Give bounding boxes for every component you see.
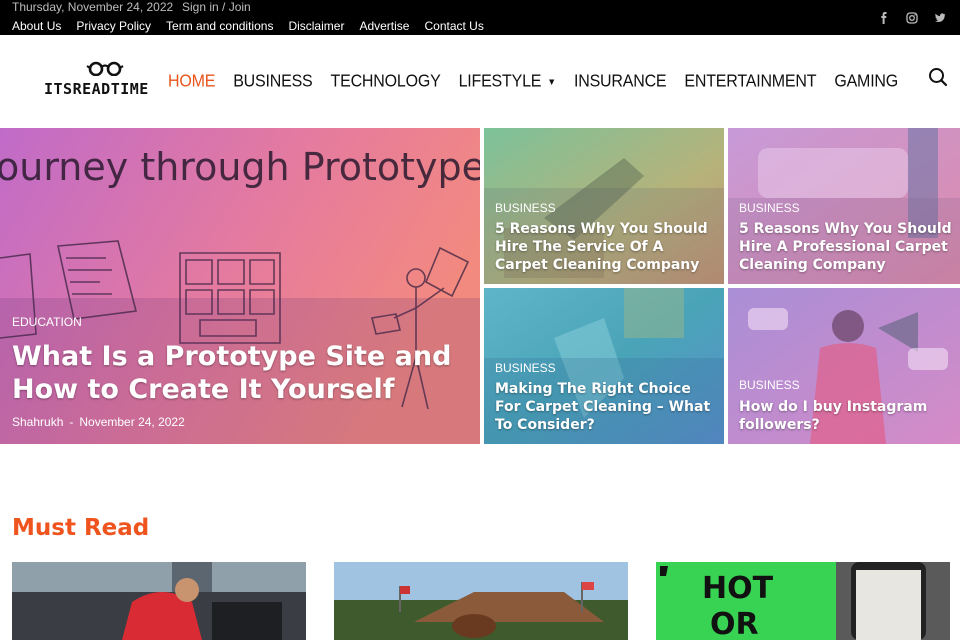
about-us-link[interactable]: About Us xyxy=(12,19,61,34)
hot-or-not-image: HOT OR xyxy=(656,562,950,640)
facebook-icon[interactable] xyxy=(878,11,890,24)
hero-grid: ourney through Prototypes EDUCATION What… xyxy=(0,128,960,444)
main-nav: Home Business Technology Lifestyle ▼ Insu… xyxy=(168,72,916,91)
sign-in-link[interactable]: Sign in / Join xyxy=(182,0,251,15)
logo-text: ITSREADTIME xyxy=(44,80,149,98)
nav-lifestyle[interactable]: Lifestyle ▼ xyxy=(458,72,557,91)
nav-business[interactable]: Business xyxy=(233,72,313,91)
gym-image xyxy=(12,562,306,640)
top-bar: Thursday, November 24, 2022 Sign in / Jo… xyxy=(0,0,960,35)
bass-pro-shops-image xyxy=(334,562,628,640)
featured-author[interactable]: Shahrukh xyxy=(12,415,63,429)
terms-link[interactable]: Term and conditions xyxy=(166,19,273,34)
featured-title[interactable]: What Is a Prototype Site and How to Crea… xyxy=(12,340,452,406)
featured-category[interactable]: EDUCATION xyxy=(12,315,82,329)
search-icon[interactable] xyxy=(928,67,948,87)
hero-tile-2[interactable]: BUSINESS 5 Reasons Why You Should Hire A… xyxy=(728,128,960,284)
tile-2-title[interactable]: 5 Reasons Why You Should Hire A Professi… xyxy=(739,220,959,274)
tile-3-category[interactable]: BUSINESS xyxy=(495,361,556,375)
nav-lifestyle-label: Lifestyle xyxy=(458,72,542,91)
hero-tile-3[interactable]: BUSINESS Making The Right Choice For Car… xyxy=(484,288,724,444)
must-read-cards: HOT OR xyxy=(12,562,950,640)
tile-3-title[interactable]: Making The Right Choice For Carpet Clean… xyxy=(495,380,715,434)
social-links xyxy=(878,11,946,24)
must-read-card-1[interactable] xyxy=(12,562,306,640)
nav-technology[interactable]: Technology xyxy=(331,72,441,91)
hero-tile-1[interactable]: BUSINESS 5 Reasons Why You Should Hire T… xyxy=(484,128,724,284)
nav-gaming[interactable]: Gaming xyxy=(834,72,898,91)
card-3-hot-text: HOT xyxy=(702,571,774,606)
contact-us-link[interactable]: Contact Us xyxy=(424,19,483,34)
featured-image-text: ourney through Prototypes xyxy=(0,145,480,189)
nav-entertainment[interactable]: Entertainment xyxy=(684,72,816,91)
tile-4-title[interactable]: How do I buy Instagram followers? xyxy=(739,398,959,434)
advertise-link[interactable]: Advertise xyxy=(359,19,409,34)
tile-2-category[interactable]: BUSINESS xyxy=(739,201,800,215)
must-read-heading: Must Read xyxy=(12,515,150,541)
card-3-or-text: OR xyxy=(710,607,759,640)
nav-insurance[interactable]: Insurance xyxy=(574,72,667,91)
chevron-down-icon: ▼ xyxy=(547,76,556,88)
twitter-icon[interactable] xyxy=(934,11,946,23)
privacy-policy-link[interactable]: Privacy Policy xyxy=(76,19,151,34)
must-read-card-2[interactable] xyxy=(334,562,628,640)
tile-1-title[interactable]: 5 Reasons Why You Should Hire The Servic… xyxy=(495,220,715,274)
must-read-card-3[interactable]: HOT OR xyxy=(656,562,950,640)
top-links: About Us Privacy Policy Term and conditi… xyxy=(12,19,484,34)
tile-1-category[interactable]: BUSINESS xyxy=(495,201,556,215)
site-logo[interactable]: ITSREADTIME xyxy=(44,60,176,105)
site-header: ITSREADTIME Home Business Technology Lif… xyxy=(0,35,960,128)
instagram-icon[interactable] xyxy=(906,11,918,24)
tile-4-category[interactable]: BUSINESS xyxy=(739,378,800,392)
current-date: Thursday, November 24, 2022 xyxy=(12,0,174,14)
featured-date: November 24, 2022 xyxy=(79,415,185,429)
nav-home[interactable]: Home xyxy=(168,72,215,91)
featured-meta: Shahrukh - November 24, 2022 xyxy=(12,415,185,429)
hero-tile-4[interactable]: BUSINESS How do I buy Instagram follower… xyxy=(728,288,960,444)
featured-post[interactable]: ourney through Prototypes EDUCATION What… xyxy=(0,128,480,444)
glasses-logo-icon xyxy=(86,61,124,76)
disclaimer-link[interactable]: Disclaimer xyxy=(288,19,344,34)
